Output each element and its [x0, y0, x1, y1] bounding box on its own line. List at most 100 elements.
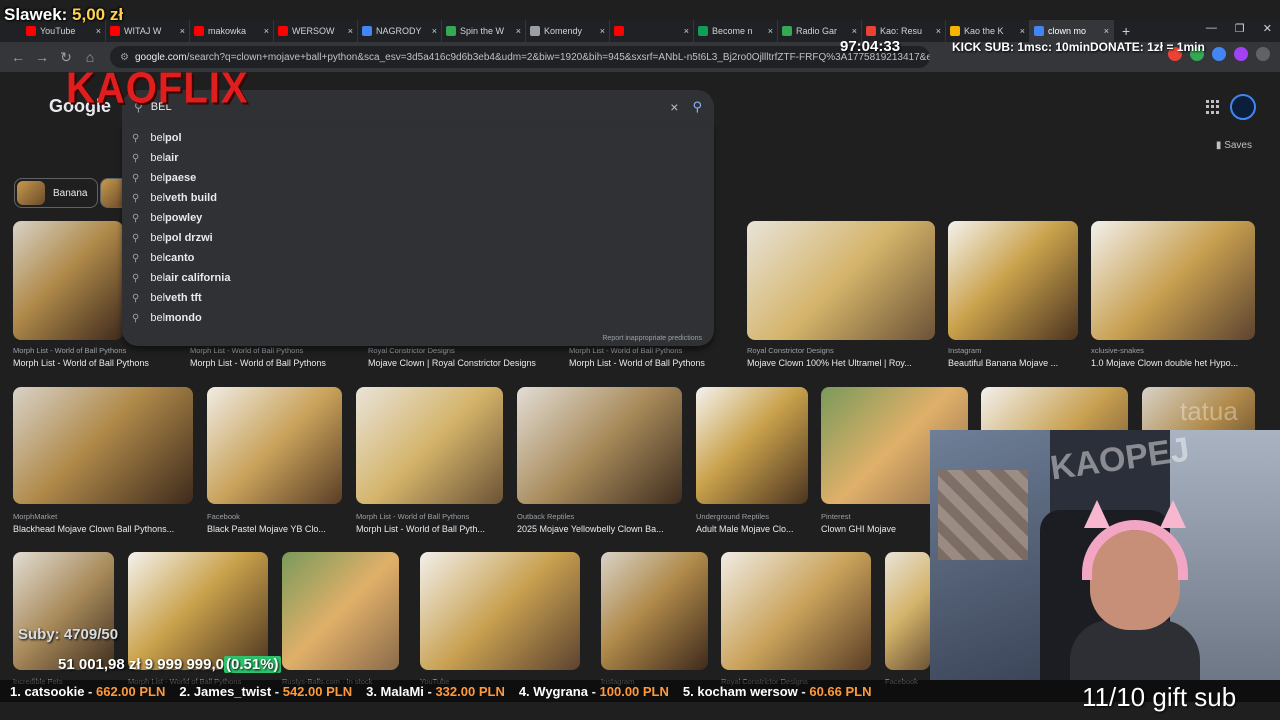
- tab-close-icon[interactable]: ×: [768, 26, 773, 36]
- search-icon: ⚲: [132, 192, 140, 204]
- suggestion-item[interactable]: ⚲ bel pol: [122, 128, 714, 148]
- saves-button[interactable]: ▮ Saves: [1216, 140, 1252, 151]
- browser-tab[interactable]: Komendy ×: [526, 20, 610, 42]
- result-title[interactable]: Adult Male Mojave Clo...: [696, 524, 818, 534]
- browser-tab[interactable]: Kao the K ×: [946, 20, 1030, 42]
- image-result-thumbnail[interactable]: [885, 552, 930, 670]
- close-window-button[interactable]: ✕: [1263, 22, 1272, 35]
- donor-amount: 60.66 PLN: [809, 683, 872, 699]
- extension-icon[interactable]: [1212, 47, 1226, 61]
- browser-tab[interactable]: clown mo ×: [1030, 20, 1114, 42]
- filter-chip-banana[interactable]: Banana: [14, 178, 98, 208]
- donor-entry: 3. MalaMi - 332.00 PLN: [366, 683, 505, 699]
- result-title[interactable]: Black Pastel Mojave YB Clo...: [207, 524, 352, 534]
- result-title[interactable]: Mojave Clown 100% Het Ultramel | Roy...: [747, 358, 937, 368]
- image-result-thumbnail[interactable]: [1091, 221, 1255, 340]
- image-result-thumbnail[interactable]: [356, 387, 503, 504]
- suggestion-item[interactable]: ⚲ bel paese: [122, 168, 714, 188]
- maximize-button[interactable]: ❐: [1235, 22, 1245, 35]
- suggestion-item[interactable]: ⚲ bel air: [122, 148, 714, 168]
- suggestion-item[interactable]: ⚲ bel canto: [122, 248, 714, 268]
- suggestion-completion: veth tft: [165, 292, 202, 304]
- tab-close-icon[interactable]: ×: [348, 26, 353, 36]
- result-title[interactable]: 2025 Mojave Yellowbelly Clown Ba...: [517, 524, 692, 534]
- image-result-thumbnail[interactable]: [747, 221, 935, 340]
- browser-tab[interactable]: makowka ×: [190, 20, 274, 42]
- result-source: Instagram: [948, 346, 982, 355]
- image-result-thumbnail[interactable]: [420, 552, 580, 670]
- screen: YouTube × WITAJ W × makowka × WERSOW × NAGRODY × S…: [0, 0, 1280, 720]
- extension-icon[interactable]: [1234, 47, 1248, 61]
- tab-close-icon[interactable]: ×: [180, 26, 185, 36]
- apps-grid-icon[interactable]: [1206, 100, 1220, 114]
- image-result-thumbnail[interactable]: [13, 221, 123, 340]
- site-info-icon[interactable]: ⚙: [120, 52, 129, 63]
- search-submit-icon[interactable]: ⚲: [692, 99, 702, 115]
- minimize-button[interactable]: —: [1206, 22, 1217, 35]
- result-title[interactable]: 1.0 Mojave Clown double het Hypo...: [1091, 358, 1261, 368]
- browser-tab[interactable]: ×: [610, 20, 694, 42]
- tab-close-icon[interactable]: ×: [600, 26, 605, 36]
- address-host: google.com: [134, 51, 187, 63]
- tab-close-icon[interactable]: ×: [264, 26, 269, 36]
- donor-name: 1. catsookie: [10, 683, 85, 699]
- browser-tab[interactable]: WERSOW ×: [274, 20, 358, 42]
- tab-close-icon[interactable]: ×: [432, 26, 437, 36]
- result-title[interactable]: Beautiful Banana Mojave ...: [948, 358, 1088, 368]
- image-result-thumbnail[interactable]: [282, 552, 399, 670]
- address-path: /search?q=clown+mojave+ball+python&sca_e…: [186, 51, 930, 63]
- image-result-thumbnail[interactable]: [601, 552, 708, 670]
- search-icon: ⚲: [132, 272, 140, 284]
- goal-target: 9 999 999,0: [144, 656, 224, 673]
- tab-favicon-icon: [530, 26, 540, 36]
- image-result-thumbnail[interactable]: [721, 552, 871, 670]
- clear-search-button[interactable]: ×: [670, 99, 678, 115]
- result-title[interactable]: Blackhead Mojave Clown Ball Pythons...: [13, 524, 203, 534]
- result-title[interactable]: Morph List - World of Ball Pythons: [190, 358, 360, 368]
- browser-tab[interactable]: Spin the W ×: [442, 20, 526, 42]
- suggestion-item[interactable]: ⚲ bel pol drzwi: [122, 228, 714, 248]
- tab-close-icon[interactable]: ×: [1020, 26, 1025, 36]
- forward-button[interactable]: →: [30, 45, 54, 69]
- goal-percent: (0.51%): [224, 656, 281, 673]
- tab-close-icon[interactable]: ×: [96, 26, 101, 36]
- suggestion-prefix: bel: [150, 272, 166, 284]
- tab-favicon-icon: [950, 26, 960, 36]
- tab-close-icon[interactable]: ×: [852, 26, 857, 36]
- tab-close-icon[interactable]: ×: [684, 26, 689, 36]
- result-title[interactable]: Morph List - World of Ball Pythons: [569, 358, 739, 368]
- image-result-thumbnail[interactable]: [517, 387, 682, 504]
- tab-close-icon[interactable]: ×: [516, 26, 521, 36]
- suggestion-item[interactable]: ⚲ bel veth tft: [122, 288, 714, 308]
- suggestion-item[interactable]: ⚲ bel powley: [122, 208, 714, 228]
- image-result-thumbnail[interactable]: [128, 552, 268, 670]
- image-result-thumbnail[interactable]: [948, 221, 1078, 340]
- tab-close-icon[interactable]: ×: [1104, 26, 1109, 36]
- tab-title: NAGRODY: [376, 26, 422, 36]
- browser-tab[interactable]: Become n ×: [694, 20, 778, 42]
- image-result-thumbnail[interactable]: [13, 552, 114, 670]
- suggestion-prefix: bel: [150, 292, 166, 304]
- result-title[interactable]: Morph List - World of Ball Pythons: [13, 358, 183, 368]
- streamer: [1070, 500, 1200, 680]
- tab-close-icon[interactable]: ×: [936, 26, 941, 36]
- result-title[interactable]: Morph List - World of Ball Pyth...: [356, 524, 513, 534]
- back-button[interactable]: ←: [6, 45, 30, 69]
- tab-favicon-icon: [698, 26, 708, 36]
- profile-icon[interactable]: [1256, 47, 1270, 61]
- new-tab-button[interactable]: +: [1114, 23, 1138, 39]
- result-source: Underground Reptiles: [696, 512, 769, 521]
- suggestion-item[interactable]: ⚲ bel air california: [122, 268, 714, 288]
- suggestion-item[interactable]: ⚲ bel mondo: [122, 308, 714, 328]
- image-result-thumbnail[interactable]: [696, 387, 808, 504]
- search-icon: ⚲: [132, 312, 140, 324]
- account-avatar[interactable]: [1230, 94, 1256, 120]
- gift-sub-counter: 11/10 gift sub: [1082, 682, 1237, 712]
- suggestion-prefix: bel: [150, 192, 166, 204]
- image-result-thumbnail[interactable]: [207, 387, 342, 504]
- report-predictions-link[interactable]: Report inappropriate predictions: [602, 335, 702, 342]
- result-title[interactable]: Mojave Clown | Royal Constrictor Designs: [368, 358, 558, 368]
- image-result-thumbnail[interactable]: [13, 387, 193, 504]
- suggestion-item[interactable]: ⚲ bel veth build: [122, 188, 714, 208]
- browser-tab[interactable]: NAGRODY ×: [358, 20, 442, 42]
